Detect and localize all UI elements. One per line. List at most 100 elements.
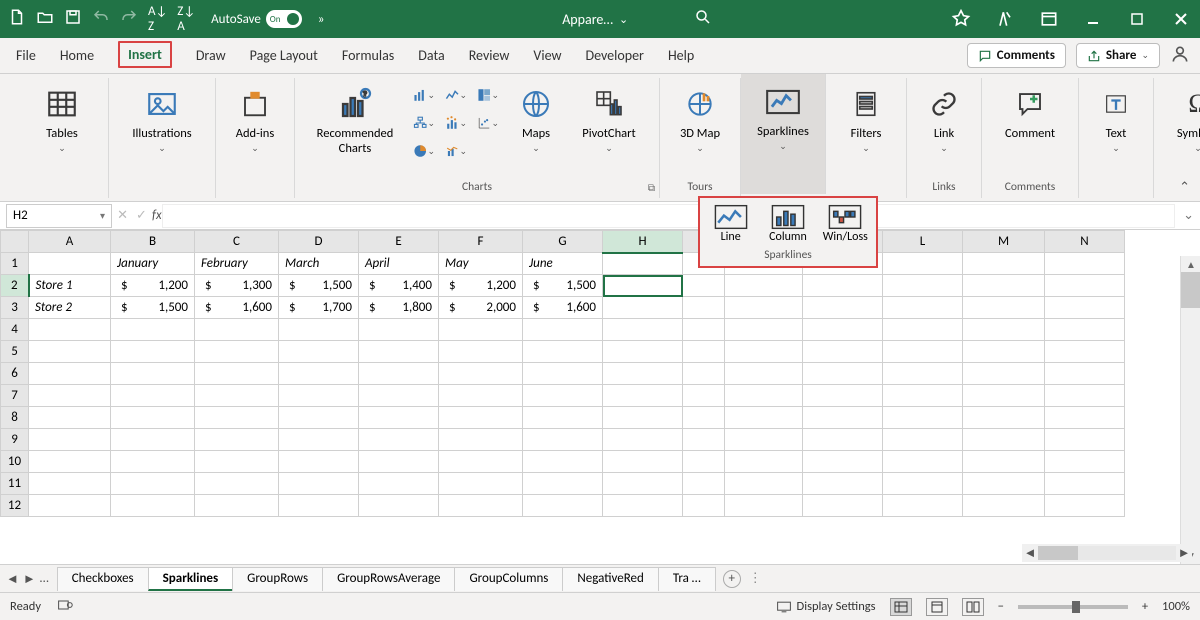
column-header[interactable]: G <box>523 231 603 253</box>
cell[interactable] <box>1045 253 1125 275</box>
column-header[interactable]: A <box>29 231 111 253</box>
cell[interactable] <box>111 495 195 517</box>
macro-record-icon[interactable] <box>57 598 73 616</box>
cell[interactable]: $2,000 <box>439 297 523 319</box>
cell[interactable] <box>1045 341 1125 363</box>
comment-button[interactable]: Comment <box>996 80 1064 141</box>
sheet-tab[interactable]: GroupColumns <box>454 567 563 591</box>
cell[interactable] <box>803 341 883 363</box>
cell[interactable] <box>111 341 195 363</box>
cell[interactable] <box>1045 385 1125 407</box>
filters-button[interactable]: Filters⌄ <box>840 80 892 154</box>
overflow-icon[interactable]: » <box>318 12 325 27</box>
tab-view[interactable]: View <box>533 47 561 64</box>
tab-page-layout[interactable]: Page Layout <box>250 47 318 64</box>
cell[interactable] <box>439 341 523 363</box>
cell[interactable] <box>279 451 359 473</box>
zoom-slider[interactable] <box>1018 605 1128 609</box>
cell[interactable]: $1,500 <box>279 275 359 297</box>
premium-icon[interactable] <box>950 8 972 30</box>
document-title[interactable]: Appare… ⌄ <box>562 8 712 30</box>
sparkline-column-button[interactable]: Column <box>765 204 810 244</box>
cell[interactable] <box>603 341 683 363</box>
cell[interactable] <box>603 253 683 275</box>
cell[interactable] <box>803 429 883 451</box>
cell[interactable] <box>523 319 603 341</box>
cell[interactable] <box>883 473 963 495</box>
new-file-icon[interactable] <box>8 8 26 30</box>
cell[interactable] <box>195 451 279 473</box>
cell[interactable] <box>279 495 359 517</box>
cell[interactable] <box>725 297 803 319</box>
cell[interactable] <box>195 473 279 495</box>
illustrations-button[interactable]: Illustrations⌄ <box>123 80 201 154</box>
cell[interactable] <box>603 495 683 517</box>
cell[interactable] <box>1045 407 1125 429</box>
cell[interactable] <box>603 363 683 385</box>
cell[interactable] <box>803 297 883 319</box>
comments-button[interactable]: Comments <box>967 43 1066 68</box>
tab-split-handle[interactable]: ⋮ <box>749 571 762 586</box>
cell[interactable] <box>683 407 725 429</box>
close-button[interactable] <box>1170 8 1192 30</box>
redo-icon[interactable] <box>120 8 138 30</box>
tab-scroll-left-icon[interactable]: ◄ <box>6 571 19 587</box>
cell[interactable] <box>725 341 803 363</box>
cell[interactable] <box>803 275 883 297</box>
cell[interactable] <box>523 495 603 517</box>
cell[interactable] <box>725 275 803 297</box>
cell[interactable] <box>195 319 279 341</box>
cell[interactable] <box>725 429 803 451</box>
tab-developer[interactable]: Developer <box>585 47 643 64</box>
expand-formula-bar-icon[interactable]: ⌄ <box>1183 208 1200 223</box>
cell[interactable] <box>803 473 883 495</box>
cell[interactable] <box>29 341 111 363</box>
cell[interactable] <box>523 407 603 429</box>
cell[interactable]: $1,200 <box>111 275 195 297</box>
cell[interactable] <box>883 297 963 319</box>
cell[interactable]: $1,800 <box>359 297 439 319</box>
cell[interactable] <box>111 473 195 495</box>
cell[interactable] <box>963 341 1045 363</box>
ribbon-mode-icon[interactable] <box>1038 8 1060 30</box>
cell[interactable] <box>603 275 683 297</box>
cell[interactable] <box>29 253 111 275</box>
cell[interactable] <box>29 319 111 341</box>
cell[interactable]: $1,300 <box>195 275 279 297</box>
row-header[interactable]: 3 <box>1 297 29 319</box>
tab-data[interactable]: Data <box>418 47 444 64</box>
cell[interactable] <box>603 429 683 451</box>
cell[interactable] <box>963 407 1045 429</box>
cell[interactable] <box>195 495 279 517</box>
cell[interactable] <box>439 429 523 451</box>
cell[interactable] <box>279 363 359 385</box>
cell[interactable] <box>29 451 111 473</box>
cell[interactable]: $1,500 <box>523 275 603 297</box>
cell[interactable] <box>683 275 725 297</box>
cell[interactable] <box>603 473 683 495</box>
sheet-tab[interactable]: GroupRows <box>232 567 323 591</box>
row-header[interactable]: 5 <box>1 341 29 363</box>
cell[interactable] <box>683 385 725 407</box>
row-header[interactable]: 6 <box>1 363 29 385</box>
cell[interactable] <box>1045 473 1125 495</box>
cell[interactable] <box>29 385 111 407</box>
cell[interactable]: June <box>523 253 603 275</box>
cell[interactable] <box>883 275 963 297</box>
link-button[interactable]: Link⌄ <box>921 80 967 154</box>
column-header[interactable]: E <box>359 231 439 253</box>
cell[interactable] <box>29 495 111 517</box>
cell[interactable]: March <box>279 253 359 275</box>
cell[interactable] <box>195 385 279 407</box>
cell[interactable] <box>1045 275 1125 297</box>
cell[interactable] <box>279 407 359 429</box>
cell[interactable] <box>963 363 1045 385</box>
zoom-in-button[interactable]: + <box>1142 599 1148 614</box>
cell[interactable] <box>725 319 803 341</box>
cell[interactable]: April <box>359 253 439 275</box>
cell[interactable] <box>683 451 725 473</box>
row-header[interactable]: 2 <box>1 275 29 297</box>
cell[interactable] <box>279 341 359 363</box>
cell[interactable] <box>195 363 279 385</box>
cell[interactable] <box>111 451 195 473</box>
